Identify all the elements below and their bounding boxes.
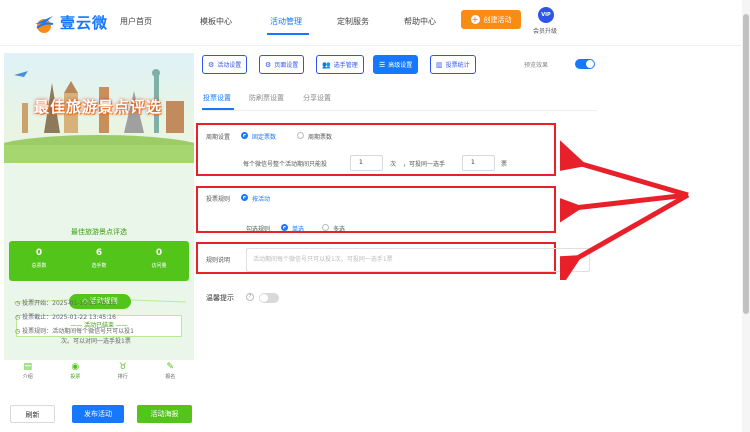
info-vote-rule: ◷ 投票规则：活动期间每个微信号只可以投1: [15, 328, 134, 335]
radio-single-choice-label[interactable]: 单选: [292, 224, 304, 233]
bottom-nav-vote[interactable]: ◉ 投票: [52, 360, 100, 384]
users-icon: 👥: [322, 60, 331, 69]
subtab-anti-fraud[interactable]: 防刷票设置: [249, 93, 284, 103]
tab-advanced-settings[interactable]: ☰ 高级设置: [373, 55, 419, 74]
preview-effect-label: 预览效果: [524, 62, 549, 69]
top-navbar: 壹云微 用户首页 模板中心 活动管理 定制服务 帮助中心 + 创建活动 VIP …: [0, 0, 750, 46]
activity-poster-button[interactable]: 活动海报: [137, 405, 192, 423]
vote-icon: ◉: [71, 362, 80, 372]
radio-by-activity-label[interactable]: 按活动: [252, 194, 270, 203]
radio-fixed-votes[interactable]: [241, 132, 248, 139]
scrollbar-thumb[interactable]: [743, 14, 749, 314]
nav-help[interactable]: 帮助中心: [404, 16, 436, 27]
info-end-time: ◷ 投票截止：2025-01-22 13:45:16: [15, 314, 116, 321]
cycle-desc-mid: ，可投同一选手: [403, 161, 446, 168]
advanced-icon: ☰: [379, 60, 386, 69]
bottom-nav-rank[interactable]: ♉ 排行: [99, 360, 147, 384]
preview-effect-toggle[interactable]: [575, 59, 595, 69]
nav-activity-management[interactable]: 活动管理: [270, 16, 302, 27]
page-gear-icon: ⚙: [265, 60, 272, 69]
vote-rule-label: 投票规则: [206, 196, 231, 203]
rule-desc-label: 规则说明: [206, 257, 231, 264]
cycle-setting-label: 周期设置: [206, 134, 231, 141]
gear-icon: ⚙: [208, 60, 215, 69]
subtab-vote-settings[interactable]: 投票设置: [203, 93, 231, 103]
info-start-time: ◷ 投票开始：2025-01-16 13:45:16: [15, 300, 116, 307]
tab-activity-settings[interactable]: ⚙ 活动设置: [202, 55, 248, 74]
banner-title: 最佳旅游景点评选: [34, 98, 163, 116]
refresh-button[interactable]: 刷新: [10, 405, 55, 423]
nav-home[interactable]: 用户首页: [120, 16, 152, 27]
brand-name[interactable]: 壹云微: [60, 12, 108, 33]
tip-toggle[interactable]: [259, 293, 279, 303]
radio-periodic-votes-label[interactable]: 周期票数: [308, 132, 332, 141]
check-rule-label: 勾选规则: [246, 226, 271, 233]
tab-vote-statistics[interactable]: ▥ 投票统计: [430, 55, 476, 74]
preview-bottom-nav: ▤ 介绍 ◉ 投票 ♉ 排行 ✎ 报名: [4, 360, 194, 384]
tip-label: 温馨提示: [206, 294, 234, 302]
same-contestant-votes-input[interactable]: 1: [462, 155, 495, 171]
subtab-share-settings[interactable]: 分享设置: [303, 93, 331, 103]
create-activity-button[interactable]: + 创建活动: [461, 10, 521, 29]
create-activity-label: 创建活动: [483, 15, 512, 24]
mobile-preview: 最佳旅游景点评选 最佳旅游景点评选 0 总票数 6 选手数 0 访问量 ◇ 活动…: [4, 53, 194, 363]
radio-fixed-votes-label[interactable]: 固定票数: [252, 132, 276, 141]
help-icon[interactable]: ?: [246, 293, 254, 301]
annotation-arrows: [560, 140, 690, 280]
signup-icon: ✎: [166, 362, 175, 372]
nav-templates[interactable]: 模板中心: [200, 16, 232, 27]
radio-by-activity[interactable]: [241, 194, 248, 201]
brand-logo-icon: [35, 16, 54, 33]
nav-custom-service[interactable]: 定制服务: [337, 16, 369, 27]
subtab-divider: [202, 110, 597, 111]
publish-activity-button[interactable]: 发布活动: [72, 405, 124, 423]
stat-total-votes: 0 总票数: [31, 248, 47, 269]
unit-votes-label: 票: [501, 161, 508, 168]
tab-page-settings[interactable]: ⚙ 页面设置: [259, 55, 305, 74]
bottom-nav-intro[interactable]: ▤ 介绍: [4, 360, 52, 384]
stats-panel: 0 总票数 6 选手数 0 访问量: [9, 241, 189, 281]
unit-times-label: 次: [390, 161, 397, 168]
preview-title: 最佳旅游景点评选: [71, 228, 127, 236]
vote-count-input[interactable]: 1: [350, 155, 383, 171]
rule-desc-textarea[interactable]: 活动期间每个微信号只可以投1次。可投同一选手1票: [246, 248, 590, 272]
info-vote-rule-cont: 次。可以对同一选手投1票: [61, 338, 131, 345]
stat-visits: 0 访问量: [151, 248, 167, 269]
plus-icon: +: [470, 15, 480, 24]
radio-single-choice[interactable]: [281, 224, 288, 231]
vip-upgrade-link[interactable]: 会员升级: [533, 26, 557, 35]
vip-icon[interactable]: VIP: [538, 7, 554, 23]
nav-active-indicator: [267, 33, 309, 35]
cycle-desc-prefix: 每个微信号整个活动期间只能投: [243, 161, 328, 168]
tab-contestant-management[interactable]: 👥 选手管理: [316, 55, 364, 74]
stat-contestants: 6 选手数: [91, 248, 107, 269]
radio-periodic-votes[interactable]: [297, 132, 304, 139]
rank-icon: ♉: [118, 362, 127, 372]
intro-icon: ▤: [23, 362, 32, 372]
radio-multiple-choice-label[interactable]: 多选: [333, 224, 345, 233]
preview-banner: 最佳旅游景点评选: [4, 53, 194, 163]
radio-multiple-choice[interactable]: [322, 224, 329, 231]
bottom-nav-signup[interactable]: ✎ 报名: [147, 360, 195, 384]
chart-icon: ▥: [436, 60, 443, 69]
